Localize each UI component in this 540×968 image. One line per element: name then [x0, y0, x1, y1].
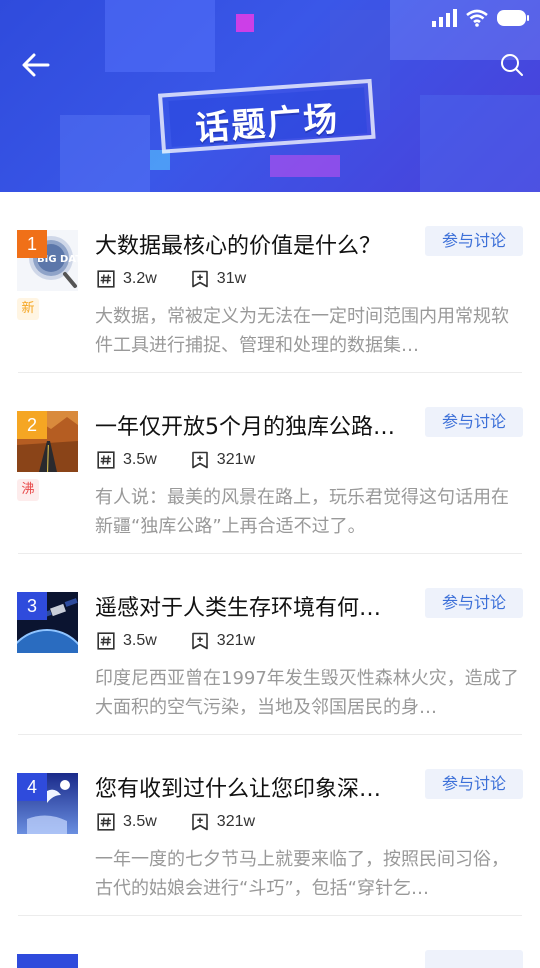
topic-item[interactable]: 3 遥感对于人类生存环境有何… 参与讨论 3.5w 321w 印度尼西亚曾在19…	[0, 554, 540, 735]
banner-decor	[270, 155, 340, 177]
join-discussion-button[interactable]: 参与讨论	[425, 588, 523, 618]
topic-item[interactable]: BIG DATA 1 新 大数据最核心的价值是什么？ 参与讨论 3.2w 31w…	[0, 192, 540, 373]
favorite-count-icon	[191, 451, 208, 469]
banner-decor	[420, 95, 540, 192]
status-tag-hot: 沸	[17, 479, 39, 501]
discussion-count-icon	[97, 632, 115, 650]
back-button[interactable]	[20, 50, 52, 80]
topic-stats: 3.5w 321w	[97, 449, 255, 471]
discussion-count-icon	[97, 451, 115, 469]
discussion-count: 3.5w	[123, 813, 157, 830]
topic-thumbnail: 2	[17, 411, 78, 472]
search-button[interactable]	[500, 53, 524, 77]
topic-title[interactable]: 大数据最核心的价值是什么？	[95, 228, 413, 260]
topic-thumbnail	[17, 954, 78, 968]
banner-decor	[60, 115, 150, 192]
topic-list: BIG DATA 1 新 大数据最核心的价值是什么？ 参与讨论 3.2w 31w…	[0, 192, 540, 968]
join-discussion-button[interactable]: 参与讨论	[425, 407, 523, 437]
favorite-count-icon	[191, 813, 208, 831]
discussion-count: 3.2w	[123, 270, 157, 287]
rank-badge: 2	[17, 411, 47, 439]
discussion-count-icon	[97, 813, 115, 831]
topic-title[interactable]: 一年仅开放5个月的独库公路…	[95, 409, 413, 441]
topic-item[interactable]: 2 沸 一年仅开放5个月的独库公路… 参与讨论 3.5w 321w 有人说：最美…	[0, 373, 540, 554]
favorite-count-icon	[191, 270, 208, 288]
join-discussion-button[interactable]: 参与讨论	[425, 769, 523, 799]
status-bar	[432, 8, 530, 28]
topic-description: 大数据，常被定义为无法在一定时间范围内用常规软件工具进行捕捉、管理和处理的数据集…	[95, 306, 509, 356]
topic-description: 印度尼西亚曾在1997年发生毁灭性森林火灾，造成了大面积的空气污染，当地及邻国居…	[95, 668, 519, 718]
topic-description: 有人说：最美的风景在路上，玩乐君觉得这句话用在新疆“独库公路”上再合适不过了。	[95, 487, 509, 537]
topic-thumbnail: 4	[17, 773, 78, 834]
topic-description: 一年一度的七夕节马上就要来临了，按照民间习俗，古代的姑娘会进行“斗巧”，包括“穿…	[95, 849, 509, 899]
topic-item-partial[interactable]	[0, 916, 540, 968]
header-banner: 话题广场	[0, 0, 540, 192]
battery-icon	[497, 10, 529, 26]
topic-stats: 3.5w 321w	[97, 811, 255, 833]
banner-decor	[236, 14, 254, 32]
join-discussion-button[interactable]	[425, 950, 523, 968]
favorite-count: 31w	[216, 270, 247, 287]
discussion-count-icon	[97, 270, 115, 288]
topic-stats: 3.5w 321w	[97, 630, 255, 652]
favorite-count: 321w	[216, 451, 256, 468]
topic-thumbnail: 3	[17, 592, 78, 653]
arrow-left-icon	[22, 53, 50, 77]
join-discussion-button[interactable]: 参与讨论	[425, 226, 523, 256]
favorite-count: 321w	[216, 813, 256, 830]
topic-item[interactable]: 4 您有收到过什么让您印象深… 参与讨论 3.5w 321w 一年一度的七夕节马…	[0, 735, 540, 916]
signal-icon	[432, 9, 457, 27]
favorite-count: 321w	[216, 632, 256, 649]
status-tag-new: 新	[17, 298, 39, 320]
discussion-count: 3.5w	[123, 632, 157, 649]
rank-badge: 4	[17, 773, 47, 801]
topic-title[interactable]: 遥感对于人类生存环境有何…	[95, 590, 413, 622]
discussion-count: 3.5w	[123, 451, 157, 468]
rank-badge: 3	[17, 592, 47, 620]
page-title-badge: 话题广场	[157, 78, 382, 159]
topic-title[interactable]: 您有收到过什么让您印象深…	[95, 771, 413, 803]
favorite-count-icon	[191, 632, 208, 650]
rank-badge: 1	[17, 230, 47, 258]
wifi-icon	[466, 9, 488, 27]
topic-thumbnail: BIG DATA 1	[17, 230, 78, 291]
banner-decor	[105, 0, 215, 72]
search-icon	[501, 54, 523, 76]
topic-stats: 3.2w 31w	[97, 268, 246, 290]
